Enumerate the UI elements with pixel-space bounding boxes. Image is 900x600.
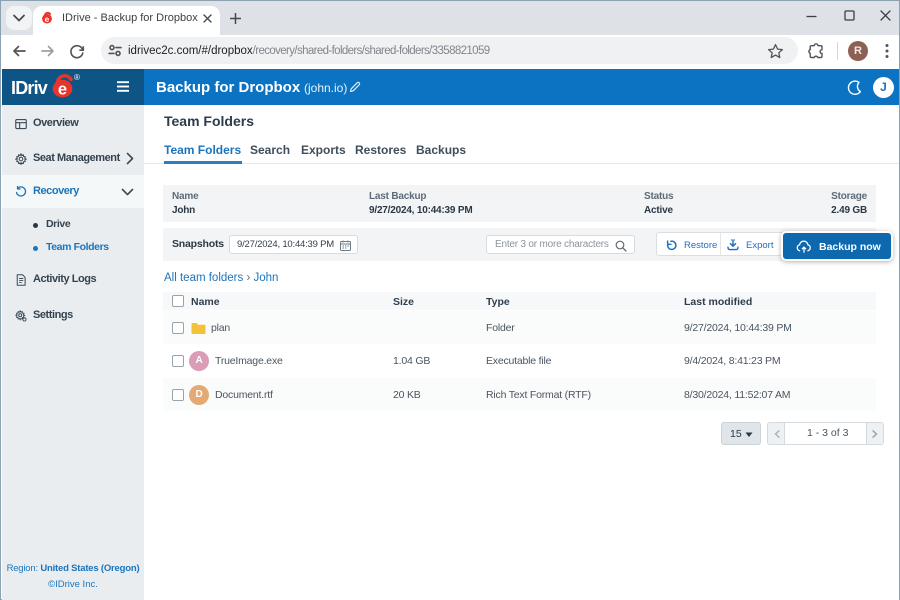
svg-text:e: e — [58, 81, 67, 99]
svg-text:e: e — [45, 14, 50, 24]
